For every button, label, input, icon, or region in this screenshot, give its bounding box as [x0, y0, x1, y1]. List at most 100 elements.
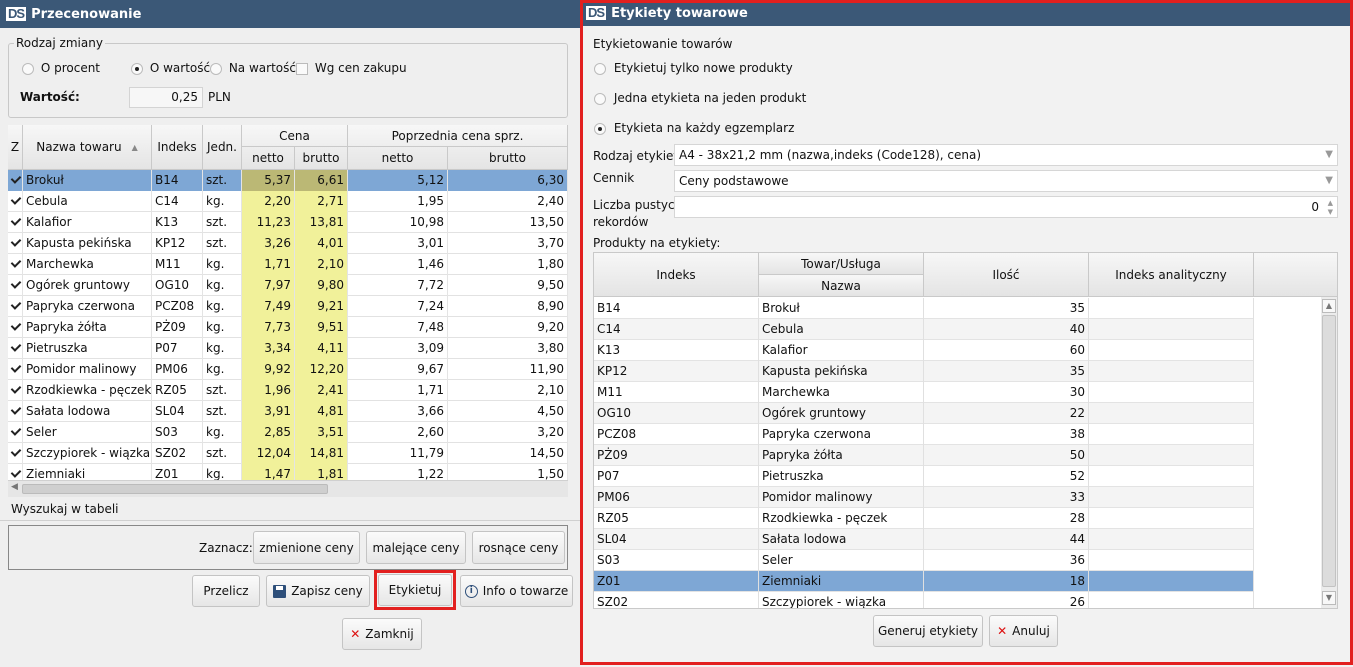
col-nazwa[interactable]: Nazwa towaru ▲ — [23, 125, 152, 170]
cell-brutto: 1,81 — [295, 464, 348, 480]
malejace-ceny-button[interactable]: malejące ceny — [366, 531, 466, 564]
hscroll-thumb[interactable] — [22, 484, 328, 494]
cell-netto: 12,04 — [242, 443, 295, 464]
row-checkbox[interactable] — [8, 212, 23, 233]
search-label[interactable]: Wyszukaj w tabeli — [11, 502, 119, 516]
table-row[interactable]: Rzodkiewka - pęczek RZ05 szt. 1,96 2,41 1,71 2… — [8, 380, 568, 401]
cell-pb: 3,20 — [448, 422, 568, 443]
cell-brutto: 3,51 — [295, 422, 348, 443]
col-jedn[interactable]: Jedn. — [203, 125, 242, 170]
cell-brutto: 4,81 — [295, 401, 348, 422]
col-cena-brutto[interactable]: brutto — [295, 147, 348, 170]
scroll-left-icon[interactable]: ◀ — [11, 482, 18, 492]
cell-pn: 1,95 — [348, 191, 448, 212]
row-checkbox[interactable] — [8, 296, 23, 317]
cell-indeks: KP12 — [152, 233, 203, 254]
checkmark-icon — [11, 321, 21, 331]
cell-indeks: Z01 — [152, 464, 203, 480]
checkmark-icon — [11, 300, 21, 310]
row-checkbox[interactable] — [8, 443, 23, 464]
row-checkbox[interactable] — [8, 464, 23, 480]
table-row[interactable]: Marchewka M11 kg. 1,71 2,10 1,46 1,80 — [8, 254, 568, 275]
table-row[interactable]: Kapusta pekińska KP12 szt. 3,26 4,01 3,01 3,70 — [8, 233, 568, 254]
wg-cen-zakupu-box[interactable] — [296, 62, 308, 75]
radio-o-wartosc-circle[interactable] — [131, 62, 143, 75]
table-row[interactable]: Szczypiorek - wiązka SZ02 szt. 12,04 14,81 11… — [8, 443, 568, 464]
row-checkbox[interactable] — [8, 422, 23, 443]
cell-brutto: 14,81 — [295, 443, 348, 464]
cell-nazwa: Ziemniaki — [23, 464, 152, 480]
cell-pb: 1,80 — [448, 254, 568, 275]
table-row[interactable]: Ogórek gruntowy OG10 kg. 7,97 9,80 7,72 9,50 — [8, 275, 568, 296]
radio-o-procent[interactable]: O procent — [22, 61, 100, 75]
info-o-towarze-button[interactable]: i Info o towarze — [460, 575, 573, 607]
radio-o-wartosc[interactable]: O wartość — [131, 61, 210, 75]
rodzaj-zmiany-label: Rodzaj zmiany — [14, 36, 105, 50]
przelicz-button[interactable]: Przelicz — [192, 575, 260, 607]
col-cena-netto[interactable]: netto — [242, 147, 295, 170]
cell-brutto: 9,21 — [295, 296, 348, 317]
row-checkbox[interactable] — [8, 380, 23, 401]
price-table-hscroll[interactable]: ◀ — [8, 480, 568, 497]
cell-pn: 1,46 — [348, 254, 448, 275]
row-checkbox[interactable] — [8, 170, 23, 191]
cell-netto: 11,23 — [242, 212, 295, 233]
wartosc-input[interactable]: 0,25 — [129, 87, 203, 108]
zamknij-button[interactable]: ✕ Zamknij — [342, 618, 422, 650]
row-checkbox[interactable] — [8, 401, 23, 422]
radio-na-wartosc-circle[interactable] — [210, 62, 222, 75]
col-cena[interactable]: Cena — [242, 125, 348, 147]
col-poprz-netto[interactable]: netto — [348, 147, 448, 170]
row-checkbox[interactable] — [8, 317, 23, 338]
table-row[interactable]: Seler S03 kg. 2,85 3,51 2,60 3,20 — [8, 422, 568, 443]
table-row[interactable]: Sałata lodowa SL04 szt. 3,91 4,81 3,66 4,50 — [8, 401, 568, 422]
table-row[interactable]: Cebula C14 kg. 2,20 2,71 1,95 2,40 — [8, 191, 568, 212]
cell-indeks: SL04 — [152, 401, 203, 422]
col-poprz-brutto[interactable]: brutto — [448, 147, 568, 170]
table-row[interactable]: Kalafior K13 szt. 11,23 13,81 10,98 13,50 — [8, 212, 568, 233]
cell-pn: 9,67 — [348, 359, 448, 380]
zapisz-ceny-button[interactable]: Zapisz ceny — [266, 575, 370, 607]
cell-nazwa: Pomidor malinowy — [23, 359, 152, 380]
row-checkbox[interactable] — [8, 233, 23, 254]
cell-jedn: szt. — [203, 170, 242, 191]
row-checkbox[interactable] — [8, 338, 23, 359]
table-row[interactable]: Ziemniaki Z01 kg. 1,47 1,81 1,22 1,50 — [8, 464, 568, 480]
cell-pb: 3,70 — [448, 233, 568, 254]
cell-netto: 1,47 — [242, 464, 295, 480]
cell-nazwa: Rzodkiewka - pęczek — [23, 380, 152, 401]
row-checkbox[interactable] — [8, 254, 23, 275]
zmienione-ceny-button[interactable]: zmienione ceny — [253, 531, 360, 564]
cell-nazwa: Kapusta pekińska — [23, 233, 152, 254]
search-divider — [0, 520, 580, 521]
checkbox-wg-cen-zakupu[interactable]: Wg cen zakupu — [296, 61, 407, 75]
cell-nazwa: Papryka żółta — [23, 317, 152, 338]
price-table-header: Z Nazwa towaru ▲ Indeks Jedn. Cena Poprz… — [8, 125, 568, 170]
table-row[interactable]: Brokuł B14 szt. 5,37 6,61 5,12 6,30 — [8, 170, 568, 191]
rosnace-ceny-button[interactable]: rosnące ceny — [472, 531, 565, 564]
col-poprzednia[interactable]: Poprzednia cena sprz. — [348, 125, 568, 147]
radio-o-procent-circle[interactable] — [22, 62, 34, 75]
cell-jedn: kg. — [203, 317, 242, 338]
row-checkbox[interactable] — [8, 275, 23, 296]
table-row[interactable]: Pomidor malinowy PM06 kg. 9,92 12,20 9,67 11,9… — [8, 359, 568, 380]
radio-o-wartosc-label: O wartość — [149, 61, 211, 75]
cell-nazwa: Cebula — [23, 191, 152, 212]
left-title-bar[interactable]: DS Przecenowanie — [0, 0, 580, 28]
cell-pn: 3,09 — [348, 338, 448, 359]
col-indeks[interactable]: Indeks — [152, 125, 203, 170]
radio-na-wartosc[interactable]: Na wartość — [210, 61, 296, 75]
checkmark-icon — [11, 174, 21, 184]
table-row[interactable]: Papryka czerwona PCZ08 kg. 7,49 9,21 7,24 8,90 — [8, 296, 568, 317]
col-z[interactable]: Z — [8, 125, 23, 170]
cell-indeks: P07 — [152, 338, 203, 359]
radio-na-wartosc-label: Na wartość — [228, 61, 296, 75]
cell-jedn: szt. — [203, 401, 242, 422]
table-row[interactable]: Pietruszka P07 kg. 3,34 4,11 3,09 3,80 — [8, 338, 568, 359]
row-checkbox[interactable] — [8, 191, 23, 212]
cell-pn: 3,66 — [348, 401, 448, 422]
table-row[interactable]: Papryka żółta PŻ09 kg. 7,73 9,51 7,48 9,20 — [8, 317, 568, 338]
wg-cen-zakupu-label: Wg cen zakupu — [314, 61, 407, 75]
cell-pn: 7,72 — [348, 275, 448, 296]
row-checkbox[interactable] — [8, 359, 23, 380]
